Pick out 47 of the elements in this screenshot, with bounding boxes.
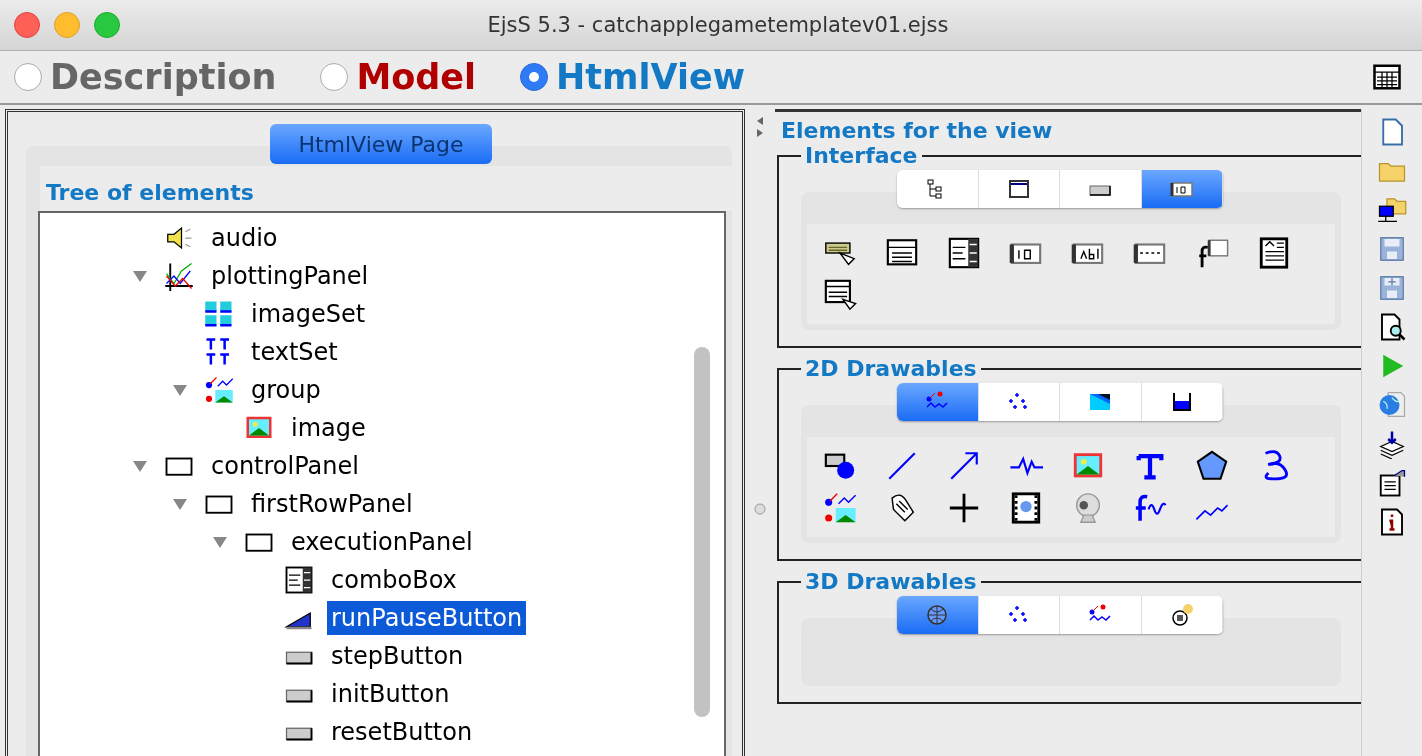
tree-item[interactable]: audio xyxy=(207,221,282,255)
expand-triangle-icon[interactable] xyxy=(212,534,228,550)
tree-item[interactable]: textSet xyxy=(247,335,342,369)
tree-item[interactable]: controlPanel xyxy=(207,449,363,483)
tree-item[interactable]: firstRowPanel xyxy=(247,487,417,521)
mode-radio[interactable]: Description xyxy=(14,57,277,97)
palette-tab[interactable] xyxy=(1141,596,1223,634)
tree-item[interactable]: initButton xyxy=(327,677,454,711)
close-button[interactable] xyxy=(14,12,40,38)
table-hand-icon[interactable] xyxy=(822,278,858,312)
tree-item[interactable]: plottingPanel xyxy=(207,259,373,293)
scrollbar-thumb[interactable] xyxy=(694,347,710,717)
palette-tab[interactable] xyxy=(978,170,1060,208)
expand-triangle-icon[interactable] xyxy=(172,496,188,512)
combo-box-icon[interactable] xyxy=(946,236,982,270)
palette-title: Elements for the view xyxy=(780,117,1054,143)
globe-icon[interactable] xyxy=(1377,390,1407,420)
window-icon xyxy=(1006,177,1031,201)
expand-triangle-icon[interactable] xyxy=(172,382,188,398)
mode-radio[interactable]: HtmlView xyxy=(520,57,746,97)
sphere-icon xyxy=(925,603,950,627)
collapse-arrows-icon[interactable] xyxy=(755,115,765,139)
splitter-handle-icon[interactable] xyxy=(754,503,766,515)
tree-item[interactable]: image xyxy=(287,411,370,445)
section-title: Interface xyxy=(804,143,919,168)
expand-triangle-icon[interactable] xyxy=(132,268,148,284)
section-title: 2D Drawables xyxy=(804,356,978,381)
tree-item[interactable]: runPauseButton xyxy=(327,601,527,635)
tree-item[interactable]: group xyxy=(247,373,325,407)
tree-item[interactable]: comboBox xyxy=(327,563,461,597)
window-title: EjsS 5.3 - catchapplegametemplatev01.ejss xyxy=(486,13,950,37)
network-folder-icon[interactable] xyxy=(1377,195,1407,225)
palette-tab[interactable] xyxy=(1141,383,1223,421)
floppy-disk-plus-icon[interactable] xyxy=(1377,273,1407,303)
tree-item[interactable]: resetButton xyxy=(327,715,477,749)
tree-item[interactable]: stepButton xyxy=(327,639,468,673)
expand-triangle-icon[interactable] xyxy=(132,458,148,474)
mode-radio[interactable]: Model xyxy=(320,57,477,97)
tree-title: Tree of elements xyxy=(40,166,732,211)
group-icon[interactable] xyxy=(822,491,858,525)
download-stack-icon[interactable] xyxy=(1377,429,1407,459)
tree-item[interactable]: executionPanel xyxy=(287,525,477,559)
tree-item[interactable]: imageSet xyxy=(247,297,370,331)
pentagon-icon[interactable] xyxy=(1194,449,1230,483)
section-title: 3D Drawables xyxy=(804,569,978,594)
table-icon[interactable] xyxy=(1372,62,1402,92)
clipboard-icon[interactable] xyxy=(1377,468,1407,498)
